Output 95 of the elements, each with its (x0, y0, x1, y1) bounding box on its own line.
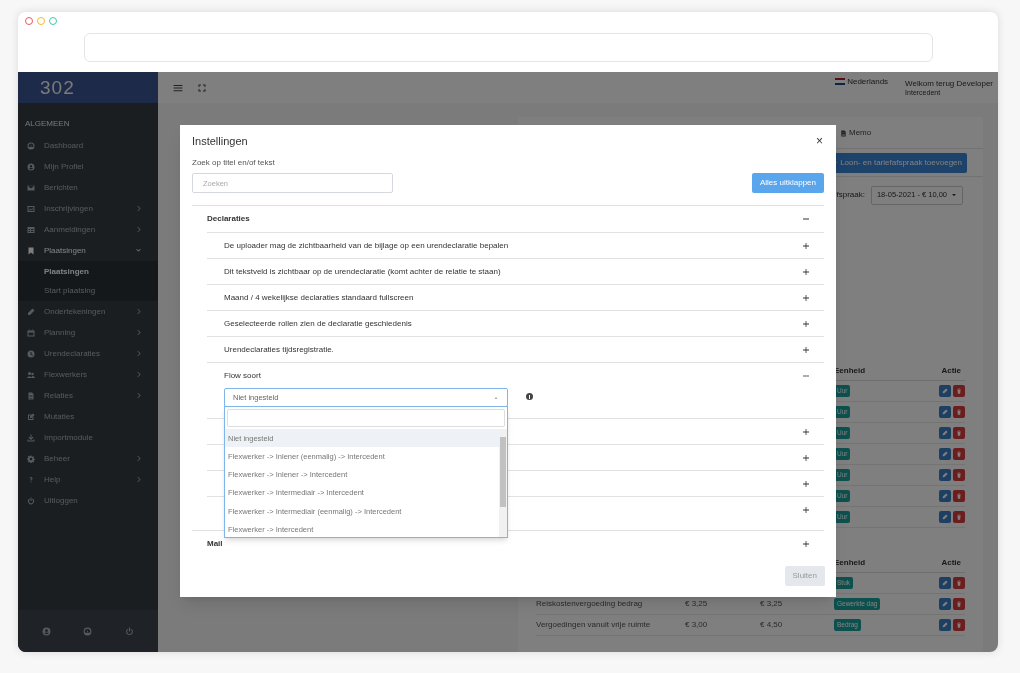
close-button[interactable]: × (816, 135, 824, 147)
edit-button[interactable] (939, 619, 951, 631)
gauge-icon (27, 141, 35, 150)
table-cell-text: € 3,25 (760, 598, 784, 610)
section-title[interactable]: Mail (207, 538, 223, 550)
envelope-icon (27, 183, 35, 192)
setting-title[interactable]: Maand / 4 wekelijkse declaraties standaard fullscreen (224, 291, 414, 304)
sidebar-item[interactable]: Plaatsingen (18, 240, 158, 261)
trash-icon (956, 493, 962, 499)
delete-button[interactable] (953, 427, 965, 439)
setting-title[interactable]: De uploader mag de zichtbaarheid van de bijlage op een urendeclaratie bepalen (224, 239, 509, 252)
edit-button[interactable] (939, 427, 951, 439)
table-icon (27, 225, 35, 234)
dropdown-search-field[interactable] (227, 409, 505, 427)
edit-button[interactable] (939, 577, 951, 589)
welcome-text: Welkom terug Developer (905, 78, 993, 89)
scrollbar[interactable] (499, 429, 507, 537)
delete-button[interactable] (953, 406, 965, 418)
pencil-icon (942, 493, 948, 499)
edit-icon (27, 412, 35, 421)
gauge-icon[interactable] (83, 626, 93, 636)
table-cell-text: Vergoedingen vanuit vrije ruimte (536, 619, 652, 631)
pencil-icon (942, 451, 948, 457)
flag-icon (835, 78, 846, 85)
edit-button[interactable] (939, 511, 951, 523)
chart-icon (27, 204, 35, 213)
calendar-icon (27, 328, 35, 337)
delete-button[interactable] (953, 469, 965, 481)
table-cell-text: € 3,25 (685, 598, 709, 610)
setting-title[interactable]: Geselecteerde rollen zien de declaratie geschiedenis (224, 317, 412, 330)
delete-button[interactable] (953, 385, 965, 397)
fullscreen-icon[interactable] (198, 83, 206, 92)
pencil-icon (942, 430, 948, 436)
trash-icon (956, 514, 962, 520)
logo: 302 (40, 78, 75, 97)
pencil-icon (942, 601, 948, 607)
delete-button[interactable] (953, 448, 965, 460)
submenu-item[interactable]: Plaatsingen (18, 262, 158, 281)
pencil-icon (942, 409, 948, 415)
table-cell-text: Reiskostenvergoeding bedrag (536, 598, 644, 610)
edit-button[interactable] (939, 490, 951, 502)
dialog-title: Instellingen (192, 133, 248, 149)
delete-button[interactable] (953, 490, 965, 502)
edit-button[interactable] (939, 448, 951, 460)
menu-icon[interactable] (173, 82, 183, 93)
memo-tab[interactable]: Memo (840, 127, 872, 148)
expand-all-button[interactable]: Alles uitklappen (751, 173, 824, 193)
power-icon[interactable] (124, 626, 134, 636)
pencil-icon (942, 472, 948, 478)
delete-button[interactable] (953, 511, 965, 523)
download-icon (27, 433, 35, 442)
delete-button[interactable] (953, 577, 965, 589)
pencil-icon (942, 622, 948, 628)
filter-label: fspraak: (836, 189, 865, 201)
gear-icon (27, 454, 35, 463)
edit-button[interactable] (939, 598, 951, 610)
trash-icon (956, 388, 962, 394)
trash-icon (956, 580, 962, 586)
document-icon (27, 391, 35, 400)
search-label: Zoek op titel en/of tekst (192, 157, 276, 169)
pencil-icon (942, 388, 948, 394)
document-icon (840, 129, 847, 137)
power-icon (27, 496, 35, 505)
edit-button[interactable] (939, 469, 951, 481)
edit-button[interactable] (939, 406, 951, 418)
language-selector[interactable]: Nederlands (847, 75, 889, 88)
setting-title[interactable]: Urendeclaraties tijdsregistratie. (224, 343, 334, 356)
setting-title[interactable]: Flow soort (224, 369, 261, 382)
edit-button[interactable] (939, 385, 951, 397)
delete-button[interactable] (953, 619, 965, 631)
column-header: Actie (940, 556, 962, 569)
pencil-icon (942, 514, 948, 520)
pencil-icon (942, 580, 948, 586)
users-icon (27, 370, 35, 379)
setting-title[interactable]: Dit tekstveld is zichtbaar op de urendeclaratie (komt achter de relatie te staan) (224, 265, 501, 278)
help-icon (27, 475, 35, 484)
bookmark-icon (27, 246, 35, 255)
clock-icon (27, 349, 35, 358)
delete-button[interactable] (953, 598, 965, 610)
column-header: Actie (940, 364, 962, 377)
pencil-icon (27, 307, 35, 316)
section-label: ALGEMEEN (24, 119, 71, 129)
trash-icon (956, 430, 962, 436)
caret-down-icon (951, 192, 957, 198)
trash-icon (956, 451, 962, 457)
info-icon (526, 393, 533, 400)
table-cell-text: € 3,00 (685, 619, 709, 631)
trash-icon (956, 472, 962, 478)
close-dialog-button[interactable]: Sluiten (784, 566, 825, 586)
table-cell-text: € 4,50 (760, 619, 784, 631)
section-title[interactable]: Declaraties (207, 213, 250, 225)
sidebar-item[interactable]: Mutaties (18, 406, 158, 427)
trash-icon (956, 601, 962, 607)
trash-icon (956, 622, 962, 628)
trash-icon (956, 409, 962, 415)
